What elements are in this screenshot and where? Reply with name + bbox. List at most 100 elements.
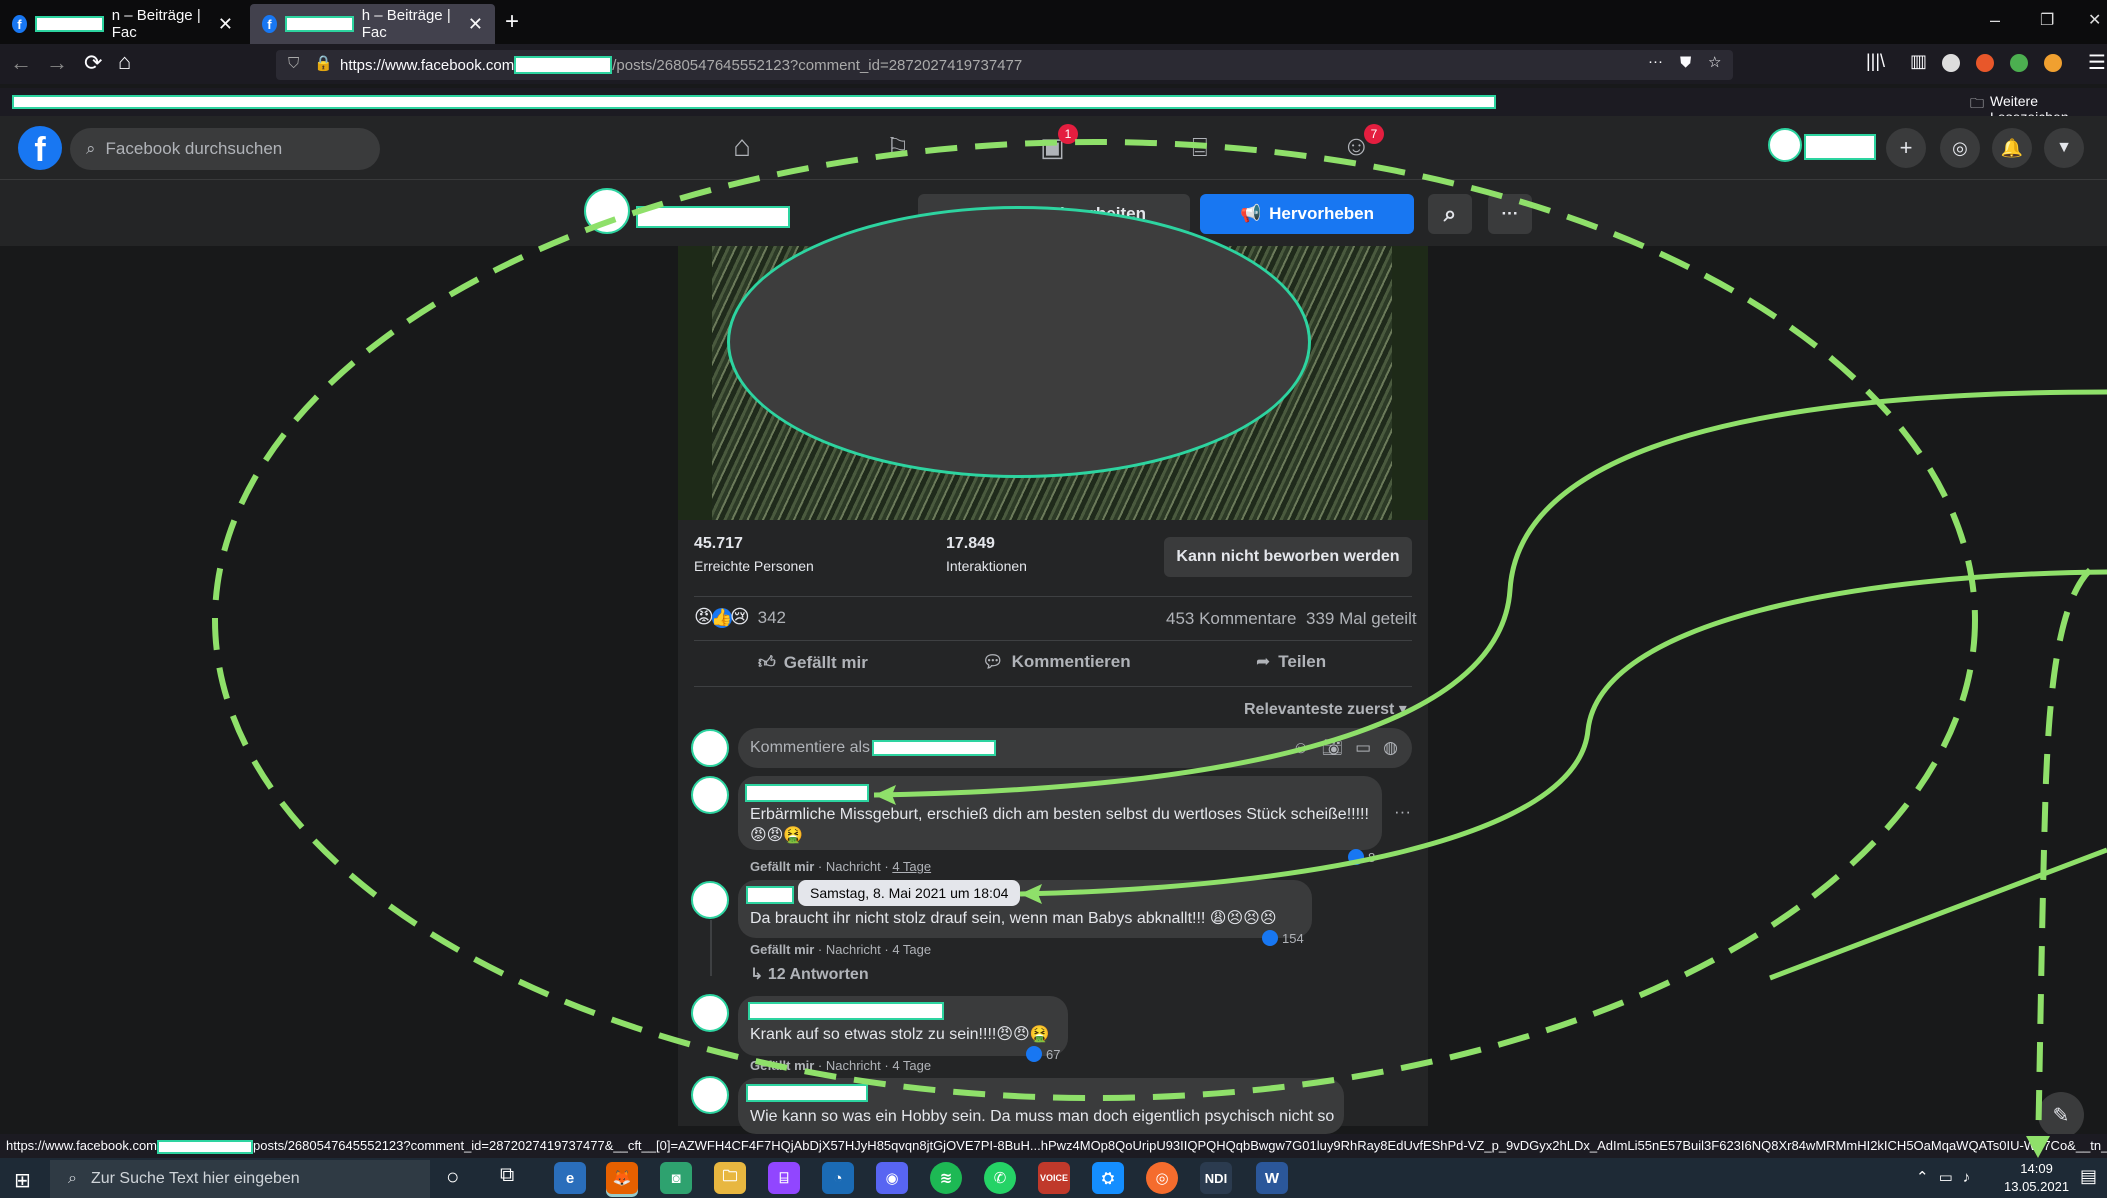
url-path: /posts/2680547645552123?comment_id=28720… xyxy=(612,56,1023,74)
extension-chrome-icon[interactable] xyxy=(2010,54,2028,72)
taskbar-clock[interactable]: 14:09 13.05.2021 xyxy=(2004,1160,2069,1196)
facebook-search-input[interactable]: ⌕ Facebook durchsuchen xyxy=(70,128,380,170)
marketplace-icon[interactable]: ⌸ xyxy=(1192,132,1208,164)
gif-icon[interactable]: ▭ xyxy=(1355,738,1371,758)
account-chevron-down-icon[interactable]: ▼ xyxy=(2044,128,2084,168)
comment-meta-text[interactable]: · Nachricht · xyxy=(814,1058,892,1073)
taskbar-twitch-icon[interactable]: ⌸ xyxy=(768,1162,800,1194)
comment-count[interactable]: 453 Kommentare xyxy=(1166,609,1296,629)
redacted-url-segment xyxy=(514,56,613,74)
close-tab-icon[interactable]: ✕ xyxy=(218,14,233,35)
comment-like-link[interactable]: Gefällt mir xyxy=(750,942,814,957)
forward-arrow-icon[interactable]: → xyxy=(46,50,68,76)
browser-tab-2-active[interactable]: f h – Beiträge | Fac ✕ xyxy=(250,4,495,44)
minimize-window-icon[interactable]: – xyxy=(1990,10,2000,31)
comment-timestamp-link[interactable]: 4 Tage xyxy=(892,859,931,874)
comment-timestamp-link[interactable]: 4 Tage xyxy=(892,1058,931,1073)
taskbar-discord-icon[interactable]: ◙ xyxy=(660,1162,692,1194)
extension-w-icon[interactable] xyxy=(1942,54,1960,72)
comment-meta-text[interactable]: · Nachricht · xyxy=(814,942,892,957)
comment-avatar[interactable] xyxy=(691,994,729,1032)
taskbar-whatsapp-icon[interactable]: ✆ xyxy=(984,1162,1016,1194)
home-icon[interactable]: ⌂ xyxy=(118,49,131,75)
hamburger-menu-icon[interactable]: ☰ xyxy=(2088,50,2106,75)
camera-icon[interactable]: 📷︎ xyxy=(1322,738,1344,758)
library-icon[interactable]: |||\ xyxy=(1866,51,1885,72)
create-plus-icon[interactable]: + xyxy=(1886,128,1926,168)
comment-like-link[interactable]: Gefällt mir xyxy=(750,1058,814,1073)
pages-flag-icon[interactable]: ⚐ xyxy=(886,132,909,163)
taskbar-ndi-icon[interactable]: NDI xyxy=(1200,1162,1232,1194)
timestamp-tooltip: Samstag, 8. Mai 2021 um 18:04 xyxy=(798,880,1021,906)
new-tab-button[interactable]: + xyxy=(505,8,519,36)
taskbar-search-input[interactable]: ⌕ Zur Suche Text hier eingeben xyxy=(50,1160,430,1198)
back-arrow-icon[interactable]: ← xyxy=(10,50,32,76)
comment-avatar[interactable] xyxy=(691,881,729,919)
taskbar-voicemeeter-icon[interactable]: VOICE xyxy=(1038,1162,1070,1194)
taskbar-origin-icon[interactable]: ◎ xyxy=(1146,1162,1178,1194)
comment-reaction-pill[interactable]: 67 xyxy=(1026,1046,1060,1062)
view-replies-link[interactable]: ↳ 12 Antworten xyxy=(750,964,869,984)
browser-tab-1[interactable]: f n – Beiträge | Fac ✕ xyxy=(0,4,245,44)
facebook-logo[interactable]: f xyxy=(18,126,62,170)
taskbar-edge-icon[interactable]: e xyxy=(554,1162,586,1194)
comment-options-button[interactable]: ··· xyxy=(1394,802,1411,822)
extension-brave-icon[interactable] xyxy=(1976,54,1994,72)
comment-button[interactable]: 💬︎ Kommentieren xyxy=(982,652,1131,672)
taskbar-firefox-icon[interactable]: 🦊 xyxy=(606,1162,638,1194)
close-window-icon[interactable]: ✕ xyxy=(2088,10,2101,30)
page-search-icon[interactable]: ⌕ xyxy=(1428,194,1472,234)
system-tray-icons[interactable]: ⌃▭♪ xyxy=(1916,1168,1980,1186)
profile-avatar[interactable] xyxy=(1768,128,1802,162)
reload-icon[interactable]: ⟳ xyxy=(84,50,102,76)
taskbar-word-icon[interactable]: W xyxy=(1256,1162,1288,1194)
taskbar-battlenet-icon[interactable]: ⛭ xyxy=(1092,1162,1124,1194)
taskbar-steam-icon[interactable]: ◔ xyxy=(822,1162,854,1194)
url-bar[interactable]: ⛉ 🔒 https://www.facebook.com /posts/2680… xyxy=(276,50,1733,80)
comment-avatar[interactable] xyxy=(691,776,729,814)
task-view-icon[interactable]: ⧉ xyxy=(500,1164,514,1187)
cortana-icon[interactable]: ○ xyxy=(446,1164,459,1190)
page-more-button[interactable]: ··· xyxy=(1488,194,1532,234)
composer-placeholder: Kommentiere als xyxy=(750,739,871,756)
home-icon[interactable]: ⌂ xyxy=(733,130,751,164)
taskbar-explorer-icon[interactable]: 🗀 xyxy=(714,1162,746,1194)
promote-button[interactable]: 📢 Hervorheben xyxy=(1200,194,1414,234)
sidebar-icon[interactable]: ▥ xyxy=(1910,51,1927,72)
cannot-promote-button[interactable]: Kann nicht beworben werden xyxy=(1164,537,1412,577)
sticker-icon[interactable]: ◍ xyxy=(1383,738,1398,758)
reaction-summary[interactable]: 😡 👍 😢 342 xyxy=(694,606,786,629)
comment-avatar[interactable] xyxy=(691,1076,729,1114)
share-count[interactable]: 339 Mal geteilt xyxy=(1306,609,1417,629)
comment-like-link[interactable]: Gefällt mir xyxy=(750,859,814,874)
redacted-bookmarks xyxy=(12,95,1496,109)
comment-sort-dropdown[interactable]: Relevanteste zuerst ▾ xyxy=(1244,699,1407,719)
notifications-bell-icon[interactable]: 🔔 xyxy=(1992,128,2032,168)
like-button[interactable]: 👍︎ Gefällt mir xyxy=(758,652,868,673)
windows-start-icon[interactable]: ⊞ xyxy=(14,1168,31,1193)
page-actions-icon[interactable]: ··· xyxy=(1648,53,1663,70)
comment-timestamp-link[interactable]: 4 Tage xyxy=(892,942,931,957)
search-placeholder: Facebook durchsuchen xyxy=(105,139,283,158)
restore-window-icon[interactable]: ❐ xyxy=(2040,10,2054,30)
comment-label: Kommentieren xyxy=(1011,652,1131,671)
divider xyxy=(694,596,1412,597)
comment-reaction-pill[interactable]: 154 xyxy=(1262,930,1304,946)
close-tab-icon[interactable]: ✕ xyxy=(468,14,483,35)
shield-icon: ⛉ xyxy=(288,55,300,72)
bookmark-star-icon[interactable]: ☆ xyxy=(1708,53,1721,71)
taskbar-spotify-icon[interactable]: ≋ xyxy=(930,1162,962,1194)
status-url-path: posts/2680547645552123?comment_id=287202… xyxy=(253,1138,2107,1153)
extension-cookie-icon[interactable] xyxy=(2044,54,2062,72)
comment-composer-input[interactable]: Kommentiere als ☺ 📷︎ ▭ ◍ xyxy=(738,728,1412,768)
comment-text: Da braucht ihr nicht stolz drauf sein, w… xyxy=(750,910,1277,927)
taskbar-discord2-icon[interactable]: ◉ xyxy=(876,1162,908,1194)
emoji-icon[interactable]: ☺ xyxy=(1292,738,1309,758)
share-button[interactable]: ➦ Teilen xyxy=(1256,652,1326,672)
new-message-icon[interactable]: ✎ xyxy=(2038,1092,2084,1138)
action-center-icon[interactable]: ▤ xyxy=(2080,1166,2097,1187)
messenger-icon[interactable]: ◎ xyxy=(1940,128,1980,168)
comment-reaction-pill[interactable]: 8 xyxy=(1348,849,1375,865)
pocket-icon[interactable]: ⛊ xyxy=(1680,54,1691,71)
comment-meta-text[interactable]: · Nachricht · xyxy=(814,859,892,874)
